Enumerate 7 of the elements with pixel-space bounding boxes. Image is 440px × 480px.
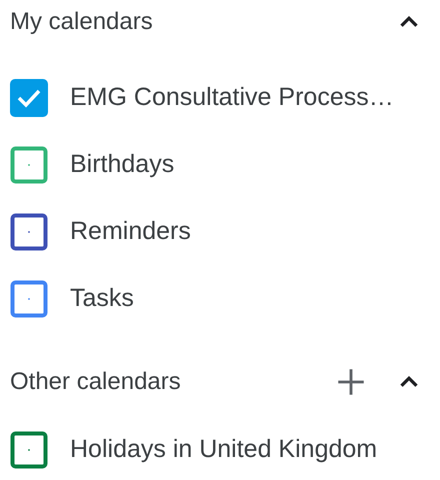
calendar-name[interactable]: Birthdays <box>70 150 174 179</box>
calendar-name[interactable]: Tasks <box>70 284 134 313</box>
section-title: My calendars <box>10 8 153 36</box>
calendar-name[interactable]: Holidays in United Kingdom <box>70 435 378 464</box>
calendar-name[interactable]: Reminders <box>70 217 191 246</box>
section-title: Other calendars <box>10 368 181 396</box>
calendar-name[interactable]: EMG Consultative Process… <box>70 83 394 112</box>
